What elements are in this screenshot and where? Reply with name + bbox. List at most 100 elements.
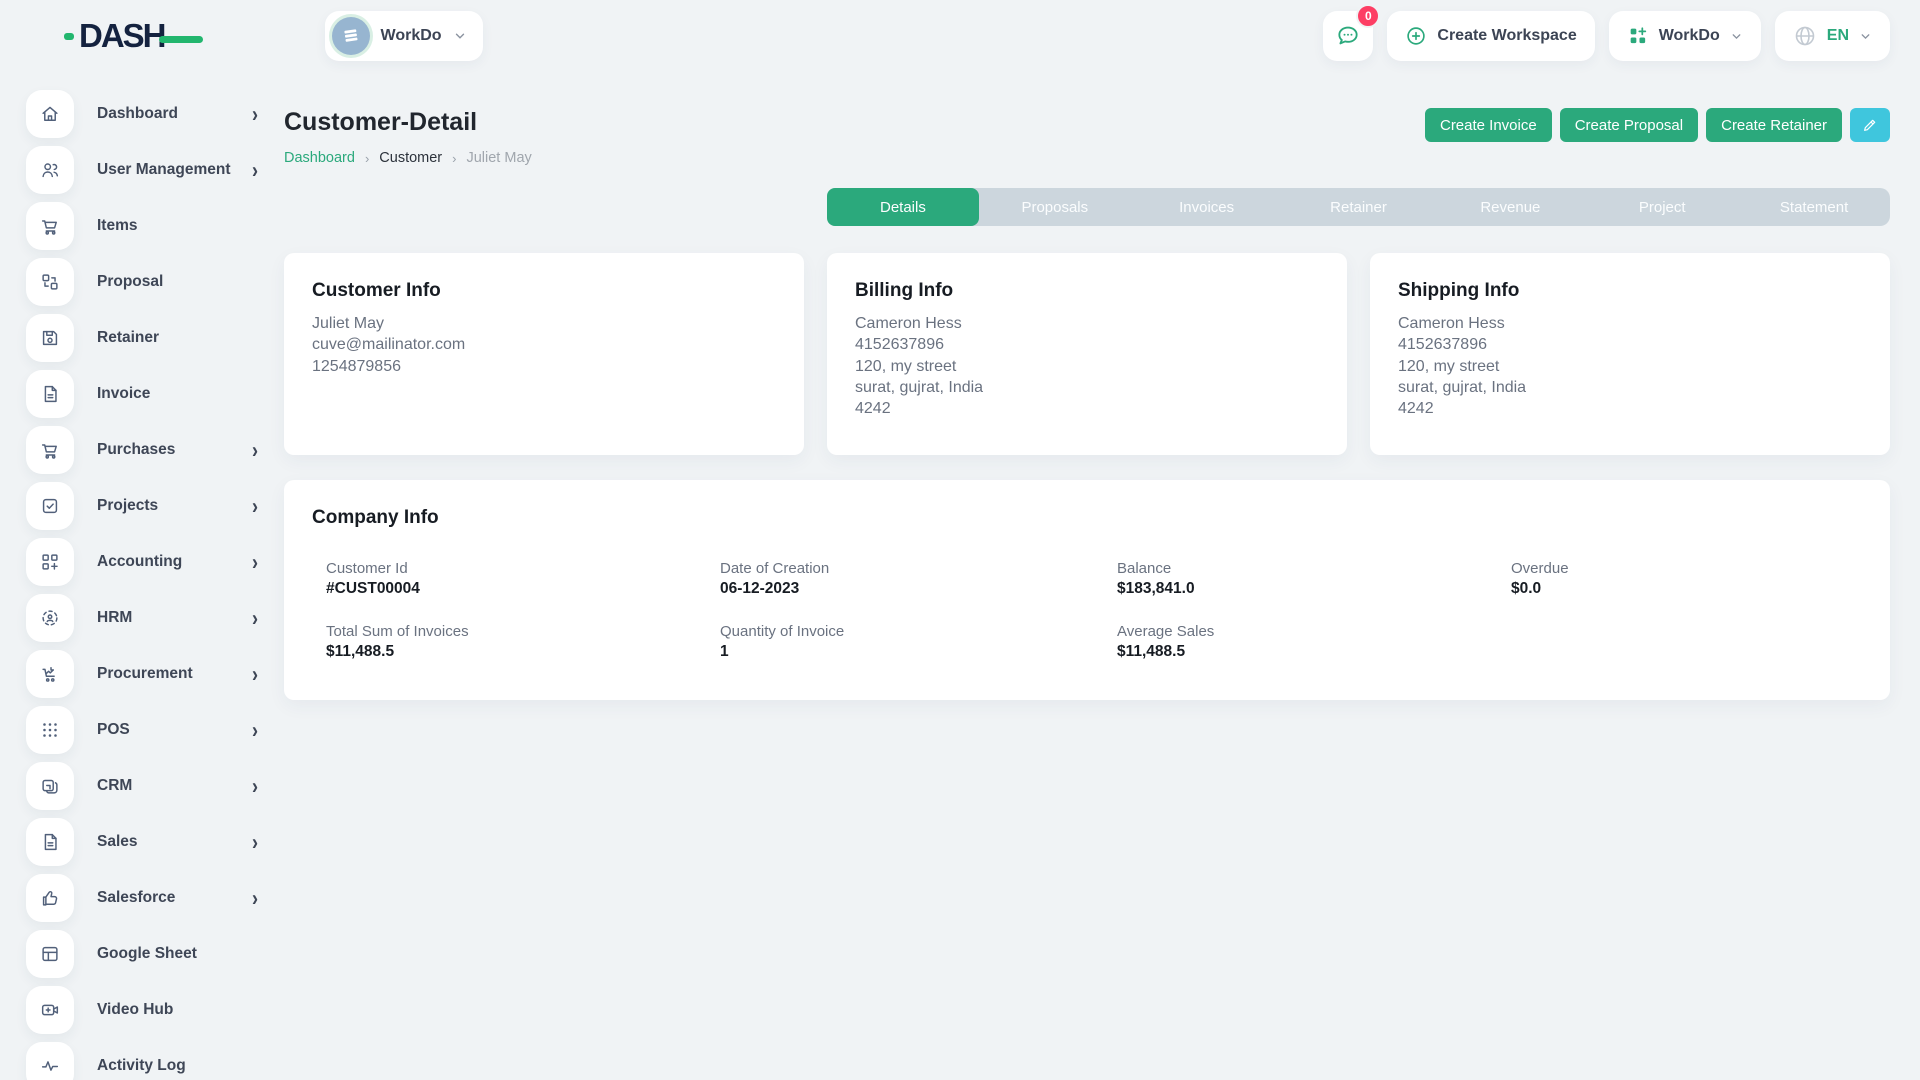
field-date-of-creation: Date of Creation 06-12-2023 <box>720 560 1117 598</box>
shipping-street: 120, my street <box>1398 356 1862 377</box>
sidebar-item-items[interactable]: Items <box>26 202 258 250</box>
overlap-squares-icon <box>26 762 74 810</box>
card-title: Billing Info <box>855 280 1319 302</box>
sidebar-item-salesforce[interactable]: Salesforce › <box>26 874 258 922</box>
create-invoice-button[interactable]: Create Invoice <box>1425 108 1552 142</box>
field-overdue: Overdue $0.0 <box>1511 560 1862 598</box>
field-customer-id: Customer Id #CUST00004 <box>326 560 720 598</box>
chevron-right-icon: › <box>252 717 258 743</box>
breadcrumb-dashboard[interactable]: Dashboard <box>284 150 355 166</box>
dots-grid-icon <box>26 706 74 754</box>
sidebar-item-invoice[interactable]: Invoice <box>26 370 258 418</box>
customer-name: Juliet May <box>312 313 776 334</box>
field-quantity-of-invoice: Quantity of Invoice 1 <box>720 623 1117 661</box>
chevron-right-icon: › <box>252 437 258 463</box>
page-actions: Create Invoice Create Proposal Create Re… <box>1425 108 1890 142</box>
sidebar-item-dashboard[interactable]: Dashboard › <box>26 90 258 138</box>
users-icon <box>26 146 74 194</box>
shipping-city: surat, gujrat, India <box>1398 377 1862 398</box>
home-icon <box>26 90 74 138</box>
card-title: Company Info <box>312 507 1862 529</box>
tab-invoices[interactable]: Invoices <box>1131 188 1283 226</box>
tab-revenue[interactable]: Revenue <box>1434 188 1586 226</box>
shipping-zip: 4242 <box>1398 398 1862 419</box>
chevron-right-icon: › <box>252 885 258 911</box>
logo-accent-dot <box>64 33 74 40</box>
language-selector[interactable]: EN <box>1775 11 1890 61</box>
chevron-right-icon: › <box>365 151 369 166</box>
workspace-switcher-label: WorkDo <box>1659 27 1720 45</box>
chevron-right-icon: › <box>252 101 258 127</box>
create-workspace-button[interactable]: Create Workspace <box>1387 11 1594 61</box>
document-icon <box>26 370 74 418</box>
plus-circle-icon <box>1405 25 1427 47</box>
company-info-card: Company Info Customer Id #CUST00004 Date… <box>284 480 1890 700</box>
tab-proposals[interactable]: Proposals <box>979 188 1131 226</box>
tab-details[interactable]: Details <box>827 188 979 226</box>
workspace-name: WorkDo <box>381 27 442 45</box>
breadcrumb-customer[interactable]: Customer <box>379 150 442 166</box>
topbar: DASH WorkDo 0 Create Workspace <box>0 0 1920 72</box>
billing-zip: 4242 <box>855 398 1319 419</box>
thumbs-up-icon <box>26 874 74 922</box>
customer-phone: 1254879856 <box>312 356 776 377</box>
tab-statement[interactable]: Statement <box>1738 188 1890 226</box>
sidebar-item-proposal[interactable]: Proposal <box>26 258 258 306</box>
cart-icon <box>26 426 74 474</box>
logo-accent-bar <box>159 36 203 43</box>
sidebar-item-sales[interactable]: Sales › <box>26 818 258 866</box>
card-title: Shipping Info <box>1398 280 1862 302</box>
billing-info-card: Billing Info Cameron Hess 4152637896 120… <box>827 253 1347 455</box>
language-label: EN <box>1827 27 1849 45</box>
chevron-down-icon <box>453 29 467 43</box>
sidebar-item-retainer[interactable]: Retainer <box>26 314 258 362</box>
grid-plus-icon <box>26 538 74 586</box>
app-logo[interactable]: DASH <box>64 17 203 55</box>
chevron-right-icon: › <box>452 151 456 166</box>
sidebar-item-accounting[interactable]: Accounting › <box>26 538 258 586</box>
main-content: Customer-Detail Create Invoice Create Pr… <box>284 72 1920 700</box>
logo-text: DASH <box>79 17 165 55</box>
create-retainer-button[interactable]: Create Retainer <box>1706 108 1842 142</box>
document-icon <box>26 818 74 866</box>
sidebar-item-crm[interactable]: CRM › <box>26 762 258 810</box>
chevron-right-icon: › <box>252 493 258 519</box>
workspace-switcher[interactable]: WorkDo <box>1609 11 1761 61</box>
detail-tabs: Details Proposals Invoices Retainer Reve… <box>827 188 1890 226</box>
chevron-right-icon: › <box>252 829 258 855</box>
chevron-down-icon <box>1859 30 1872 43</box>
billing-phone: 4152637896 <box>855 334 1319 355</box>
chevron-right-icon: › <box>252 661 258 687</box>
transfer-icon <box>26 258 74 306</box>
workspace-avatar <box>332 17 370 55</box>
workspace-selector[interactable]: WorkDo <box>325 11 483 61</box>
sidebar-item-purchases[interactable]: Purchases › <box>26 426 258 474</box>
edit-customer-button[interactable] <box>1850 108 1890 142</box>
customer-email: cuve@mailinator.com <box>312 334 776 355</box>
create-workspace-label: Create Workspace <box>1437 27 1576 45</box>
globe-icon <box>1793 24 1817 48</box>
sidebar-item-pos[interactable]: POS › <box>26 706 258 754</box>
chevron-down-icon <box>1730 30 1743 43</box>
sidebar-item-video-hub[interactable]: Video Hub <box>26 986 258 1034</box>
messages-button[interactable]: 0 <box>1323 11 1373 61</box>
page-title: Customer-Detail <box>284 108 477 137</box>
tab-retainer[interactable]: Retainer <box>1283 188 1435 226</box>
sidebar-item-projects[interactable]: Projects › <box>26 482 258 530</box>
shipping-phone: 4152637896 <box>1398 334 1862 355</box>
person-scan-icon <box>26 594 74 642</box>
building-icon <box>340 25 362 47</box>
field-total-sum-of-invoices: Total Sum of Invoices $11,488.5 <box>326 623 720 661</box>
chat-icon <box>1335 23 1361 49</box>
sidebar-item-google-sheet[interactable]: Google Sheet <box>26 930 258 978</box>
grid-plus-icon <box>1627 25 1649 47</box>
table-icon <box>26 930 74 978</box>
sidebar-item-hrm[interactable]: HRM › <box>26 594 258 642</box>
sidebar-item-procurement[interactable]: Procurement › <box>26 650 258 698</box>
customer-info-card: Customer Info Juliet May cuve@mailinator… <box>284 253 804 455</box>
sidebar-item-activity-log[interactable]: Activity Log <box>26 1042 258 1080</box>
chevron-right-icon: › <box>252 157 258 183</box>
create-proposal-button[interactable]: Create Proposal <box>1560 108 1698 142</box>
sidebar-item-user-management[interactable]: User Management › <box>26 146 258 194</box>
tab-project[interactable]: Project <box>1586 188 1738 226</box>
